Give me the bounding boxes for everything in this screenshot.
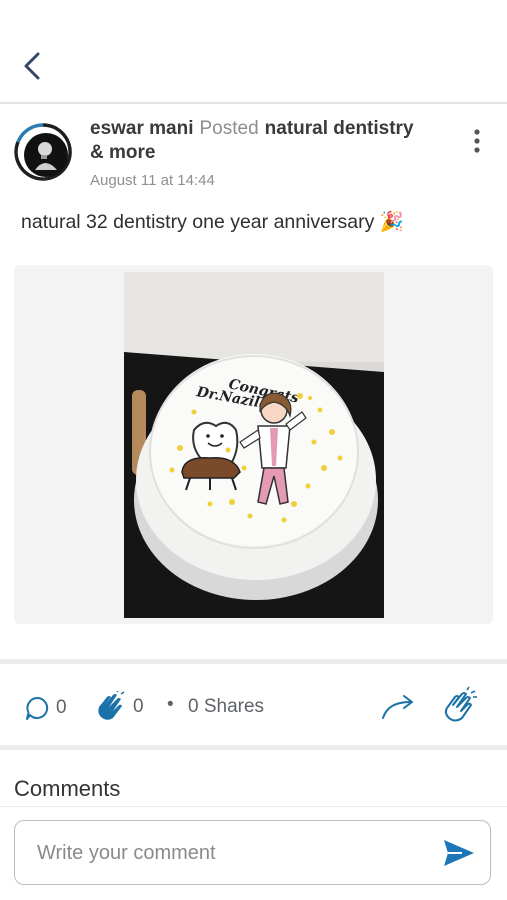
top-bar <box>0 0 507 103</box>
clap-button[interactable] <box>440 686 480 726</box>
post-timestamp: August 11 at 14:44 <box>90 172 215 189</box>
actions-separator: • <box>167 694 174 715</box>
comment-input[interactable] <box>35 837 419 869</box>
clap-icon <box>98 691 125 720</box>
share-arrow-icon <box>382 695 413 719</box>
group-name[interactable]: natural dentistry <box>265 118 414 139</box>
comment-bubble-icon <box>26 696 49 720</box>
avatar[interactable] <box>13 122 73 182</box>
section-divider <box>0 745 507 750</box>
shares-count[interactable]: 0 Shares <box>188 696 264 718</box>
post-actions-bar: 0 0 • 0 Shares <box>0 668 507 746</box>
post-image[interactable]: Congrats Dr.Nazila <box>124 272 384 618</box>
post-action-label: Posted <box>199 118 259 139</box>
comments-divider <box>0 806 507 807</box>
send-icon <box>444 840 474 866</box>
clap-action[interactable]: 0 <box>95 690 155 724</box>
section-divider <box>0 659 507 664</box>
more-options-button[interactable] <box>466 128 488 156</box>
send-button[interactable] <box>442 837 476 869</box>
clap-icon <box>444 686 477 722</box>
post-author-line: eswar mani Posted natural dentistry & more <box>90 117 460 165</box>
comments-heading: Comments <box>14 776 121 801</box>
comments-count: 0 <box>56 697 67 718</box>
comment-composer <box>14 820 491 885</box>
group-suffix[interactable]: & more <box>90 142 155 163</box>
post-text: natural 32 dentistry one year anniversar… <box>21 211 405 233</box>
author-name[interactable]: eswar mani <box>90 118 194 139</box>
claps-count: 0 <box>133 696 144 717</box>
top-divider <box>0 102 507 104</box>
comment-action[interactable]: 0 <box>24 694 74 722</box>
back-button[interactable] <box>14 46 50 86</box>
chevron-left-icon <box>24 52 40 80</box>
more-vertical-icon <box>474 129 480 153</box>
share-button[interactable] <box>380 692 420 722</box>
